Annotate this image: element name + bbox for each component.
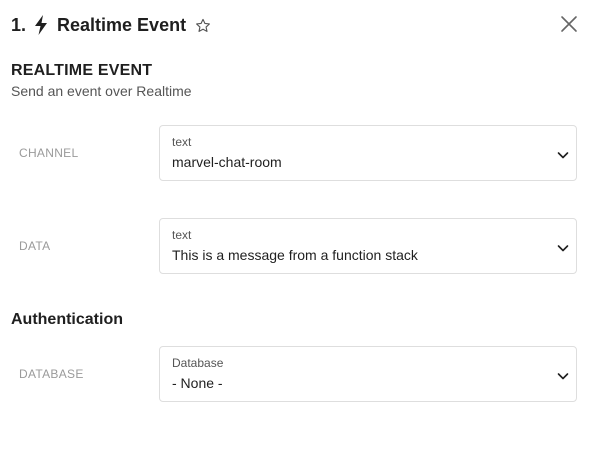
channel-label: CHANNEL <box>19 146 79 160</box>
lightning-bolt-icon <box>34 15 48 35</box>
chevron-down-icon[interactable] <box>557 369 569 381</box>
database-label: DATABASE <box>19 367 84 381</box>
data-field[interactable]: text This is a message from a function s… <box>159 218 577 274</box>
data-type-label: text <box>172 228 192 242</box>
section-subtitle: Send an event over Realtime <box>11 83 192 99</box>
data-label: DATA <box>19 239 51 253</box>
channel-type-label: text <box>172 135 192 149</box>
database-type-label: Database <box>172 356 224 370</box>
data-value: This is a message from a function stack <box>172 247 418 263</box>
chevron-down-icon[interactable] <box>557 148 569 160</box>
close-icon[interactable] <box>560 15 578 33</box>
panel-title: Realtime Event <box>57 14 187 35</box>
database-value: - None - <box>172 375 223 391</box>
realtime-event-panel: 1. Realtime Event REALTIME EVENT Send an… <box>0 0 594 451</box>
chevron-down-icon[interactable] <box>557 241 569 253</box>
database-field[interactable]: Database - None - <box>159 346 577 402</box>
channel-field[interactable]: text marvel-chat-room <box>159 125 577 181</box>
section-title: REALTIME EVENT <box>11 62 153 79</box>
authentication-title: Authentication <box>11 311 123 328</box>
panel-header: 1. Realtime Event <box>11 12 212 38</box>
step-number: 1. <box>11 14 27 35</box>
star-icon[interactable] <box>194 17 212 35</box>
channel-value: marvel-chat-room <box>172 154 282 170</box>
